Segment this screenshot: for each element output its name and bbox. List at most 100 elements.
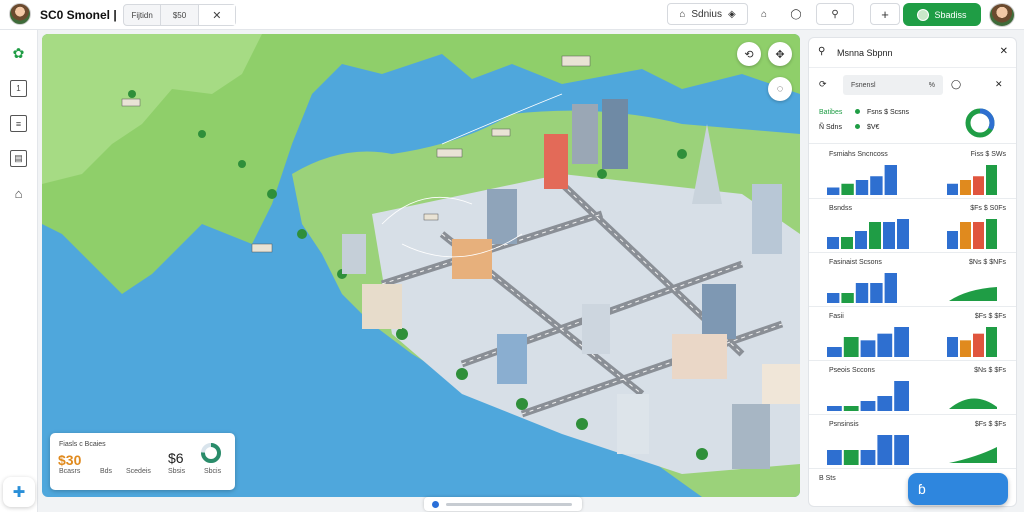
stats-block: Batibes Fsns $ Scsns Ñ Sdns $V€: [809, 100, 1016, 144]
primary-fab[interactable]: ɓ: [908, 473, 1008, 505]
section-title: Fasinaist Scsons: [829, 259, 882, 266]
search-icon: ⚲: [818, 46, 826, 57]
chart-section[interactable]: Psnsinsis $Fs $ $Fs: [809, 415, 1016, 469]
chart-bar: [855, 180, 869, 195]
segmented-control: Fijtidn $50 ✕: [123, 4, 236, 26]
summary-value-b: $6: [168, 450, 184, 466]
map-illustration: [42, 34, 800, 497]
panel-tab-value: %: [928, 81, 935, 89]
progress-ring-icon: [201, 443, 221, 463]
mini-bar-chart: [827, 273, 897, 303]
map-canvas[interactable]: ⟲ ✥ ◌: [42, 34, 800, 497]
user-avatar[interactable]: [9, 3, 31, 25]
chart-section[interactable]: Pseois Sccons $Ns $ $Fs: [809, 361, 1016, 415]
chart-bar: [855, 231, 867, 249]
section-meta: Fiss $ SWs: [970, 151, 1006, 158]
scrubber-knob[interactable]: [432, 501, 439, 508]
chart-bar: [869, 222, 881, 249]
chart-bar: [883, 222, 895, 249]
chart-section[interactable]: Fasii $Fs $ $Fs: [809, 307, 1016, 361]
chart-bar: [860, 401, 876, 411]
assistant-fab[interactable]: ✚: [3, 477, 35, 507]
mini-bar-chart: [827, 219, 909, 249]
chart-bar: [827, 450, 842, 465]
location-label: Sdnius: [691, 8, 722, 20]
mini-bar-chart: [827, 435, 909, 465]
status-dot-icon: [855, 109, 860, 114]
clock-icon[interactable]: ◯: [951, 79, 961, 90]
pin-icon: ⌂: [679, 8, 686, 20]
map-pin-icon[interactable]: ✿: [10, 45, 27, 62]
account-avatar[interactable]: [989, 3, 1015, 27]
segment-2[interactable]: $50: [161, 5, 199, 25]
panel-tab[interactable]: Fsnensl %: [843, 75, 943, 95]
close-segment-button[interactable]: ✕: [198, 5, 235, 25]
section-title: Pseois Sccons: [829, 367, 875, 374]
segment-1[interactable]: Fijtidn: [124, 5, 162, 25]
summary-row-label-3: Scedeis: [126, 468, 151, 475]
settings-icon[interactable]: ⌂: [10, 185, 27, 202]
mini-bar-chart-secondary: [947, 327, 997, 357]
chart-bar: [947, 231, 958, 249]
chart-bar: [827, 347, 842, 357]
side-panel: ⚲ Msnna Sbpnn ✕ ⟳ Fsnensl % ◯ ✕ Batibes …: [808, 37, 1017, 507]
primary-action-button[interactable]: Sbadiss: [903, 3, 981, 26]
chart-bar: [973, 333, 984, 357]
chart-bar: [841, 183, 854, 195]
chart-bar: [897, 219, 909, 249]
search-button[interactable]: ⚲: [816, 3, 854, 25]
panel-toolbar: ⟳ Fsnensl % ◯ ✕: [809, 75, 1016, 99]
chart-bar: [960, 222, 971, 249]
close-panel-icon[interactable]: ✕: [995, 79, 1003, 90]
chart-bar: [877, 396, 893, 411]
close-icon[interactable]: ✕: [1000, 46, 1008, 57]
mini-bar-chart: [827, 165, 897, 195]
section-title: Bsndss: [829, 205, 852, 212]
panel-search-input[interactable]: Msnna Sbpnn: [837, 48, 893, 58]
notifications-icon[interactable]: ⌂: [752, 3, 776, 25]
chart-section[interactable]: Bsndss $Fs $ S0Fs: [809, 199, 1016, 253]
chart-bar: [860, 340, 876, 357]
document-icon[interactable]: 1: [10, 80, 27, 97]
share-icon[interactable]: ⟲: [737, 42, 761, 66]
chart-bar: [894, 435, 909, 465]
chart-bar: [960, 340, 971, 357]
chart-bar: [827, 187, 840, 195]
filter-icon[interactable]: ⟳: [819, 79, 827, 90]
scrubber-track[interactable]: [446, 503, 572, 506]
stat-label-2: Ñ Sdns: [819, 124, 842, 131]
chart-bar: [960, 180, 971, 195]
chart-bar: [855, 283, 869, 303]
timeline-scrubber[interactable]: [424, 497, 582, 511]
chart-bar: [894, 381, 909, 411]
mini-bar-chart: [827, 381, 909, 411]
chart-bar: [884, 273, 897, 303]
location-button[interactable]: ⌂ Sdnius ◈: [667, 3, 748, 25]
add-button[interactable]: +: [870, 3, 900, 25]
shield-icon[interactable]: ◯: [784, 3, 808, 25]
section-meta: $Fs $ $Fs: [974, 421, 1006, 428]
chart-bar: [827, 237, 839, 249]
chart-section[interactable]: Fsmiahs Sncncoss Fiss $ SWs: [809, 145, 1016, 199]
chart-bar: [841, 237, 853, 249]
chart-bar: [973, 176, 984, 195]
top-bar: SC0 Smonel | Fijtidn $50 ✕ ⌂ Sdnius ◈ ⌂ …: [0, 0, 1024, 30]
panel-header: ⚲ Msnna Sbpnn ✕: [809, 38, 1016, 68]
fullscreen-icon[interactable]: ✥: [768, 42, 792, 66]
stat-label-1: Batibes: [819, 109, 843, 116]
section-meta: $Fs $ S0Fs: [970, 205, 1006, 212]
chart-bar: [860, 450, 876, 465]
chart-bar: [843, 406, 859, 411]
chart-bar: [947, 183, 958, 195]
chat-icon[interactable]: ◌: [768, 77, 792, 101]
section-title: B Sts: [819, 475, 836, 482]
section-title: Fasii: [829, 313, 844, 320]
summary-row-label-2: Bds: [100, 468, 113, 475]
clipboard-icon[interactable]: ▤: [10, 150, 27, 167]
chart-bar: [877, 435, 893, 465]
summary-card[interactable]: Fiasls c Bcaies $30 $6 Bcasrs Bds Scedei…: [50, 433, 235, 490]
area-sparkline: [949, 398, 997, 409]
checklist-icon[interactable]: ≡: [10, 115, 27, 132]
chart-section[interactable]: Fasinaist Scsons $Ns $ $NFs: [809, 253, 1016, 307]
chart-bar: [870, 176, 883, 195]
